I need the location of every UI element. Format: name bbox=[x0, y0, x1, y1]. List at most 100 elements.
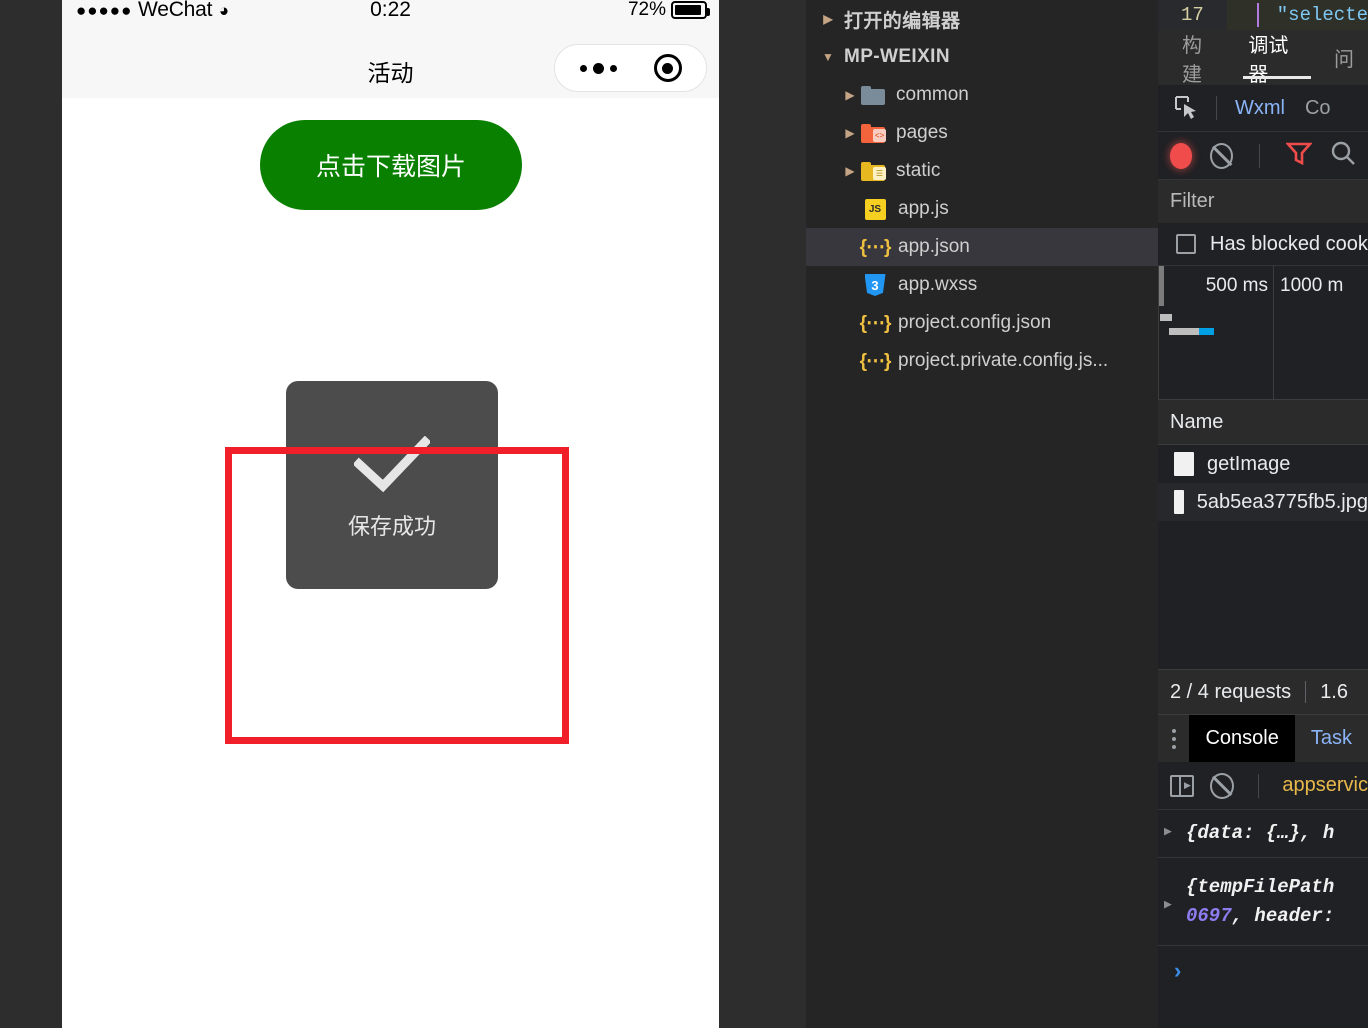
funnel-filter-icon[interactable] bbox=[1285, 141, 1313, 171]
chevron-right-icon[interactable] bbox=[840, 164, 860, 178]
console-log-entry[interactable]: ▶ {tempFilePath 0697, header: bbox=[1158, 858, 1368, 947]
tab-debugger[interactable]: 调试器 bbox=[1234, 30, 1320, 86]
more-dots-icon[interactable] bbox=[579, 62, 617, 74]
file-name: app.json bbox=[898, 236, 970, 257]
tab-task[interactable]: Task bbox=[1295, 715, 1368, 762]
explorer-item-static[interactable]: ☰ static bbox=[806, 152, 1158, 190]
network-table-header[interactable]: Name bbox=[1158, 400, 1368, 445]
table-row[interactable]: getImage bbox=[1158, 445, 1368, 483]
devtools-top-tabs: 构建 调试器 问 bbox=[1158, 30, 1368, 86]
battery-area: 72% bbox=[627, 0, 710, 21]
explorer-section-project-root[interactable]: MP-WEIXIN bbox=[806, 38, 1158, 76]
explorer-item-app-json[interactable]: {⋯} app.json bbox=[806, 228, 1158, 266]
phone-simulator: ●●●●● WeChat ◕ 0:22 72% 活动 点击下载图片 保存成功 bbox=[62, 0, 719, 1028]
log-message-line1: {tempFilePath bbox=[1186, 875, 1335, 898]
request-name: 5ab5ea3775fb5.jpg bbox=[1196, 490, 1368, 513]
file-name: pages bbox=[896, 122, 948, 143]
json-file-icon: {⋯} bbox=[859, 350, 892, 372]
explorer-item-app-wxss[interactable]: 3 app.wxss bbox=[806, 266, 1158, 304]
console-toolbar: appservic bbox=[1158, 762, 1368, 810]
file-name: project.config.json bbox=[898, 312, 1052, 333]
chevron-right-icon[interactable] bbox=[840, 126, 860, 140]
filter-input-placeholder[interactable]: Filter bbox=[1170, 190, 1214, 213]
clock-label: 0:22 bbox=[370, 0, 411, 21]
record-circle-icon[interactable] bbox=[1170, 142, 1193, 169]
console-input-prompt[interactable]: › bbox=[1158, 946, 1368, 997]
console-context-select[interactable]: appservic bbox=[1282, 774, 1368, 797]
tab-console[interactable]: Console bbox=[1189, 715, 1295, 762]
status-bar-row: ●●●●● WeChat ◕ 0:22 72% bbox=[62, 0, 719, 36]
more-vertical-icon[interactable] bbox=[1158, 728, 1189, 749]
js-file-icon: JS bbox=[862, 198, 888, 220]
tab-wxml[interactable]: Wxml bbox=[1225, 97, 1295, 120]
clear-ban-icon[interactable] bbox=[1210, 142, 1234, 169]
devtools-panel-tabs: Wxml Co bbox=[1158, 85, 1368, 132]
folder-resource-icon: ☰ bbox=[860, 161, 886, 181]
triangle-right-icon[interactable]: ▶ bbox=[1164, 892, 1180, 912]
document-icon bbox=[1174, 452, 1194, 476]
inspect-cursor-icon[interactable] bbox=[1166, 95, 1208, 121]
chevron-down-icon[interactable] bbox=[818, 50, 838, 64]
has-blocked-cookies-label: Has blocked cook bbox=[1210, 232, 1368, 255]
explorer-item-common[interactable]: common bbox=[806, 76, 1158, 114]
chevron-right-icon[interactable] bbox=[840, 88, 860, 102]
code-editor-sliver[interactable]: 17 "selecte bbox=[1158, 0, 1368, 30]
section-label: 打开的编辑器 bbox=[844, 10, 961, 32]
clear-console-ban-icon[interactable] bbox=[1209, 772, 1234, 799]
request-name: getImage bbox=[1207, 452, 1291, 475]
target-circle-icon[interactable] bbox=[653, 54, 682, 82]
divider bbox=[1259, 143, 1260, 168]
table-row[interactable]: 5ab5ea3775fb5.jpg bbox=[1158, 483, 1368, 521]
network-timeline-overview[interactable]: 500 ms 1000 m bbox=[1158, 266, 1368, 400]
waterfall-bar bbox=[1169, 328, 1199, 335]
file-explorer-panel: 打开的编辑器 MP-WEIXIN common bbox=[806, 0, 1158, 1028]
log-message-number: 0697 bbox=[1186, 904, 1232, 927]
simulator-page-body: 点击下载图片 保存成功 bbox=[62, 98, 719, 1028]
explorer-section-open-editors[interactable]: 打开的编辑器 bbox=[806, 0, 1158, 38]
timeline-tick-500ms: 500 ms bbox=[1205, 275, 1268, 296]
triangle-right-icon[interactable]: ▶ bbox=[1164, 819, 1180, 839]
text-cursor bbox=[1257, 3, 1259, 27]
show-console-sidebar-icon[interactable] bbox=[1170, 774, 1194, 797]
chevron-right-icon: › bbox=[1174, 958, 1182, 984]
divider bbox=[1305, 681, 1307, 703]
waterfall-bar bbox=[1160, 314, 1172, 321]
line-number: 17 bbox=[1158, 0, 1227, 30]
search-magnifier-icon[interactable] bbox=[1330, 140, 1356, 171]
explorer-item-project-private-config[interactable]: {⋯} project.private.config.js... bbox=[806, 342, 1158, 380]
battery-percent-label: 72% bbox=[627, 0, 666, 20]
network-status-bar: 2 / 4 requests 1.6 bbox=[1158, 669, 1368, 715]
network-table-empty-space bbox=[1158, 521, 1368, 669]
explorer-item-app-js[interactable]: JS app.js bbox=[806, 190, 1158, 228]
has-blocked-cookies-checkbox[interactable] bbox=[1176, 234, 1196, 254]
has-blocked-cookies-row[interactable]: Has blocked cook bbox=[1158, 223, 1368, 266]
tab-build[interactable]: 构建 bbox=[1168, 30, 1234, 86]
file-name: project.private.config.js... bbox=[898, 350, 1109, 371]
json-file-icon: {⋯} bbox=[859, 236, 892, 258]
requests-count: 2 / 4 requests bbox=[1170, 680, 1292, 703]
file-name: app.js bbox=[898, 198, 949, 219]
tab-console-panel[interactable]: Co bbox=[1295, 97, 1341, 120]
tab-question[interactable]: 问 bbox=[1320, 30, 1368, 85]
console-drawer-tabs: Console Task bbox=[1158, 715, 1368, 762]
json-file-icon: {⋯} bbox=[859, 312, 892, 334]
window-middle-gap bbox=[719, 0, 806, 1028]
transferred-size: 1.6 bbox=[1320, 680, 1348, 703]
download-image-button[interactable]: 点击下载图片 bbox=[260, 120, 522, 210]
file-name: app.wxss bbox=[898, 274, 978, 295]
explorer-item-project-config-json[interactable]: {⋯} project.config.json bbox=[806, 304, 1158, 342]
chevron-right-icon[interactable] bbox=[818, 12, 838, 26]
simulator-status-bar: ●●●●● WeChat ◕ 0:22 72% 活动 bbox=[62, 0, 719, 98]
network-filter-row[interactable]: Filter bbox=[1158, 180, 1368, 223]
wechat-capsule bbox=[554, 44, 707, 92]
waterfall-bar bbox=[1199, 328, 1214, 335]
explorer-item-pages[interactable]: <> pages bbox=[806, 114, 1158, 152]
divider bbox=[1216, 96, 1217, 120]
timeline-tick-1000ms: 1000 m bbox=[1280, 275, 1344, 296]
console-empty-space bbox=[1158, 996, 1368, 1028]
log-message: {data: {…}, h bbox=[1186, 822, 1335, 844]
console-log-entry[interactable]: ▶ {data: {…}, h bbox=[1158, 810, 1368, 859]
divider bbox=[1257, 773, 1259, 798]
app-window: ●●●●● WeChat ◕ 0:22 72% 活动 点击下载图片 保存成功 ▶… bbox=[0, 0, 1368, 1028]
simulator-nav-bar: 活动 bbox=[62, 36, 719, 98]
